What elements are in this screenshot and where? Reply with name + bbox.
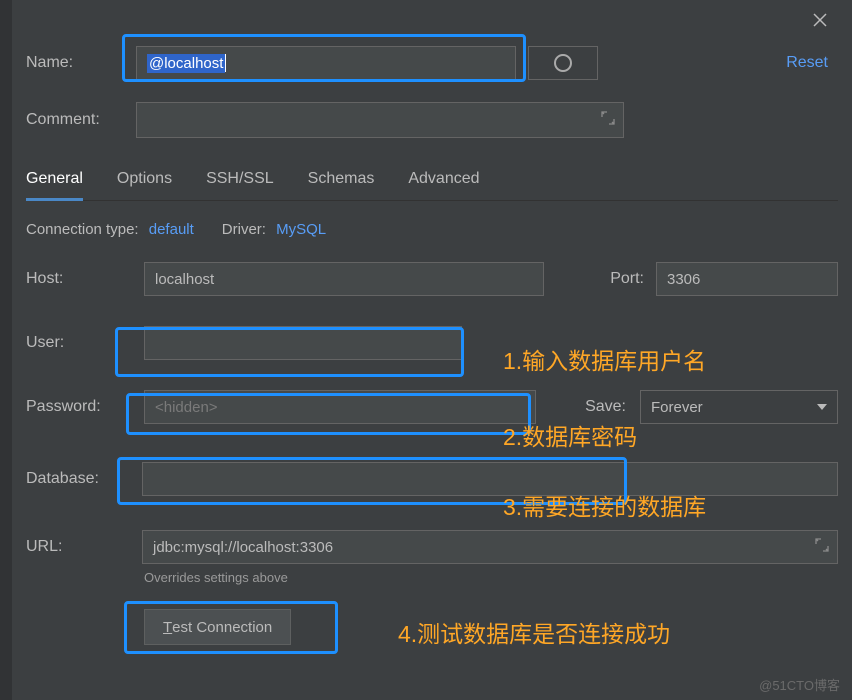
reset-link[interactable]: Reset <box>786 54 828 72</box>
driver-value[interactable]: MySQL <box>276 221 326 238</box>
password-input[interactable]: <hidden> <box>144 390 536 424</box>
test-connection-label: est Connection <box>172 619 272 636</box>
watermark: @51CTO博客 <box>759 675 840 694</box>
driver-label: Driver: <box>222 221 266 238</box>
port-input[interactable]: 3306 <box>656 262 838 296</box>
override-note: Overrides settings above <box>144 570 838 585</box>
url-input[interactable]: jdbc:mysql://localhost:3306 <box>142 530 838 564</box>
tab-advanced[interactable]: Advanced <box>408 170 479 201</box>
host-label: Host: <box>26 270 144 288</box>
comment-input[interactable] <box>136 102 624 138</box>
name-row: Name: @localhost Reset <box>26 46 838 80</box>
test-connection-button[interactable]: Test Connection <box>144 609 291 645</box>
connection-type: Connection type: default <box>26 221 194 238</box>
expand-icon[interactable] <box>601 111 615 129</box>
connection-type-label: Connection type: <box>26 221 139 238</box>
dialog-root: Name: @localhost Reset Comment: General <box>0 0 852 700</box>
save-label: Save: <box>585 398 626 416</box>
tab-ssh-ssl[interactable]: SSH/SSL <box>206 170 274 201</box>
comment-row: Comment: <box>26 102 838 138</box>
tab-bar: General Options SSH/SSL Schemas Advanced <box>26 170 838 201</box>
port-value: 3306 <box>667 271 700 288</box>
host-row: Host: localhost Port: 3306 <box>26 262 838 296</box>
color-circle-icon <box>554 54 572 72</box>
save-select[interactable]: Forever <box>640 390 838 424</box>
port-label: Port: <box>584 270 644 288</box>
chevron-down-icon <box>817 404 827 410</box>
test-row: Test Connection <box>26 585 838 645</box>
user-label: User: <box>26 334 144 352</box>
user-row: User: <box>26 326 838 360</box>
color-picker[interactable] <box>528 46 598 80</box>
database-row: Database: <box>26 462 838 496</box>
tab-options[interactable]: Options <box>117 170 172 201</box>
url-label: URL: <box>26 538 142 556</box>
name-label: Name: <box>26 54 136 72</box>
driver-info: Driver: MySQL <box>222 221 326 238</box>
password-label: Password: <box>26 398 144 416</box>
comment-label: Comment: <box>26 111 136 129</box>
password-placeholder: <hidden> <box>155 399 218 416</box>
name-input-text: @localhost <box>147 54 225 73</box>
tab-general[interactable]: General <box>26 170 83 201</box>
connection-type-value[interactable]: default <box>149 221 194 238</box>
url-value: jdbc:mysql://localhost:3306 <box>153 539 333 556</box>
user-input[interactable] <box>144 326 462 360</box>
tab-schemas[interactable]: Schemas <box>308 170 375 201</box>
content-area: Name: @localhost Reset Comment: General <box>12 0 852 700</box>
database-input[interactable] <box>142 462 838 496</box>
text-caret <box>225 54 226 72</box>
host-input[interactable]: localhost <box>144 262 544 296</box>
test-connection-mnemonic: T <box>163 619 172 636</box>
password-row: Password: <hidden> Save: Forever <box>26 390 838 424</box>
host-value: localhost <box>155 271 214 288</box>
database-label: Database: <box>26 470 142 488</box>
sidebar-stub <box>0 0 12 700</box>
expand-icon[interactable] <box>815 538 829 556</box>
url-row: URL: jdbc:mysql://localhost:3306 <box>26 530 838 564</box>
connection-info: Connection type: default Driver: MySQL <box>26 221 838 238</box>
save-select-value: Forever <box>651 399 703 416</box>
name-input[interactable]: @localhost <box>136 46 516 80</box>
